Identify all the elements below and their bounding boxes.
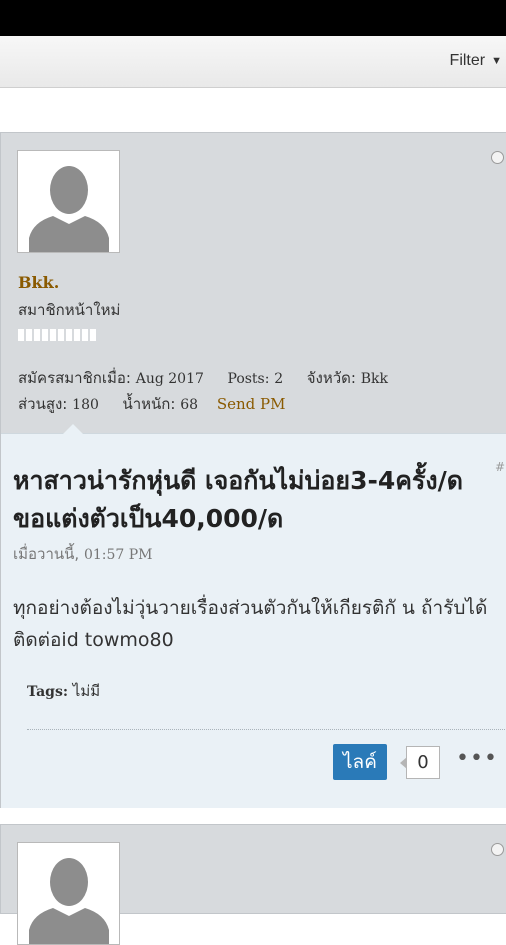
reputation-block [18,329,24,341]
province-value: Bkk [360,371,388,387]
weight-value: 68 [180,397,199,413]
filter-bar: Filter ▼ [0,36,506,88]
post-card: Bkk. สมาชิกหน้าใหม่ สมัครสมาชิกเมื่อ: Au… [0,132,506,808]
reputation-block [58,329,64,341]
post-body: ทุกอย่างต้องไม่วุ่นวายเรื่องส่วนตัวกันให… [13,597,488,651]
reputation-block [74,329,80,341]
weight-label: น้ำหนัก: [122,395,176,413]
post-number[interactable]: # [495,460,505,474]
post-content: # หาสาวน่ารักหุ่นดี เจอกันไม่บ่อย3-4ครั้… [1,424,506,808]
height-value: 180 [72,397,99,413]
avatar[interactable] [17,842,120,945]
tags-label: Tags: [27,684,68,700]
post-card [0,824,506,945]
post-date: เมื่อวานนี้, 01:57 PM [13,542,153,566]
reputation-block [42,329,48,341]
reputation-bar [18,329,96,341]
province-label: จังหวัด: [306,369,356,387]
reputation-block [34,329,40,341]
like-count: 0 [400,746,440,779]
status-indicator-icon [491,843,504,856]
date-label: เมื่อวานนี้, [13,545,80,563]
height-label: ส่วนสูง: [18,395,68,413]
reputation-block [82,329,88,341]
joined-value: Aug 2017 [135,371,204,387]
post-title: หาสาวน่ารักหุ่นดี เจอกันไม่บ่อย3-4ครั้ง/… [13,466,463,533]
callout-arrow [63,424,83,434]
username[interactable]: Bkk. [18,273,59,292]
reputation-block [66,329,72,341]
date-time: 01:57 PM [83,547,153,563]
more-options-icon[interactable]: ••• [456,746,498,771]
reputation-block [90,329,96,341]
user-title: สมาชิกหน้าใหม่ [18,301,121,319]
send-pm-link[interactable]: Send PM [217,395,286,413]
filter-button[interactable]: Filter ▼ [450,48,506,74]
user-meta-line1: สมัครสมาชิกเมื่อ: Aug 2017 Posts: 2 จังห… [18,366,388,390]
joined-label: สมัครสมาชิกเมื่อ: [18,369,131,387]
posts-label: Posts: [227,371,270,387]
user-meta-line2: ส่วนสูง: 180 น้ำหนัก: 68 Send PM [18,392,285,416]
caret-down-icon: ▼ [491,55,502,67]
posts-value: 2 [274,371,284,387]
default-user-icon [19,844,119,944]
tags-row: Tags: ไม่มี [27,679,100,703]
like-button[interactable]: ไลค์ [333,744,387,780]
divider [27,729,506,730]
filter-label: Filter [449,52,486,69]
reputation-block [26,329,32,341]
default-user-icon [19,152,119,252]
reputation-block [50,329,56,341]
status-indicator-icon [491,151,504,164]
status-bar [0,0,506,36]
avatar[interactable] [17,150,120,253]
tags-value: ไม่มี [72,682,101,700]
